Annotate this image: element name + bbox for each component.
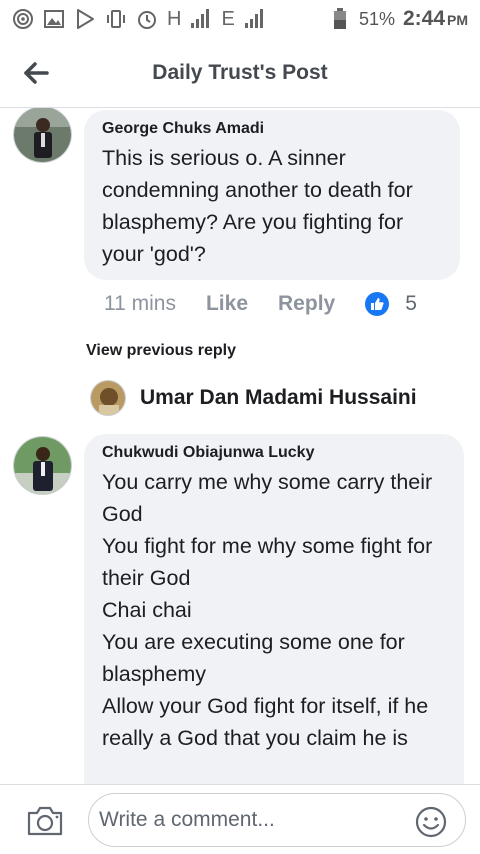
signal-icon	[190, 8, 212, 30]
clock: 2:44 PM	[402, 7, 468, 30]
camera-icon	[27, 806, 63, 836]
comment-text-line: You are executing some one for blasphemy	[102, 630, 405, 686]
comment-bubble[interactable]: George Chuks Amadi This is serious o. A …	[84, 110, 460, 280]
avatar[interactable]	[13, 436, 72, 495]
comment-actions: 11 mins Like Reply 5	[104, 292, 417, 316]
play-store-icon	[74, 8, 96, 30]
camera-button[interactable]	[26, 805, 64, 837]
status-bar: H E 51% 2:44 PM	[0, 0, 480, 38]
emoji-icon	[415, 806, 447, 838]
reply-button[interactable]: Reply	[278, 292, 335, 316]
back-arrow-icon	[24, 61, 49, 84]
avatar[interactable]	[13, 108, 72, 163]
comment-text-line: Allow your God fight for itself, if he r…	[102, 694, 429, 750]
reaction-count[interactable]: 5	[405, 292, 417, 316]
view-previous-reply-link[interactable]: View previous reply	[86, 342, 236, 360]
back-button[interactable]	[0, 38, 72, 108]
comment-text-line: You carry me why some carry their God	[102, 470, 433, 526]
page-title: Daily Trust's Post	[152, 60, 328, 84]
like-reaction-icon[interactable]	[365, 292, 390, 316]
comment-composer	[0, 784, 480, 854]
battery-percent: 51%	[358, 8, 395, 29]
hotspot-icon	[12, 8, 34, 30]
reply-preview[interactable]: Umar Dan Madami Hussaini	[90, 380, 417, 416]
alarm-icon	[136, 8, 158, 30]
comment-text-line: You fight for me why some fight for thei…	[102, 534, 433, 590]
comment-input[interactable]	[88, 793, 466, 847]
signal-icon-2	[244, 8, 266, 30]
vibrate-icon	[105, 8, 127, 30]
comment-text: This is serious o. A sinner condemning a…	[102, 146, 413, 266]
emoji-button[interactable]	[414, 805, 448, 839]
reply-author-name[interactable]: Umar Dan Madami Hussaini	[140, 386, 417, 410]
header-bar: Daily Trust's Post	[0, 38, 480, 108]
comment-bubble[interactable]: Chukwudi Obiajunwa Lucky You carry me wh…	[84, 434, 464, 784]
network-type-label-2: E	[221, 7, 235, 30]
like-button[interactable]: Like	[206, 292, 248, 316]
comment-author[interactable]: Chukwudi Obiajunwa Lucky	[102, 444, 446, 462]
image-icon	[43, 8, 65, 30]
comment-time: 11 mins	[104, 292, 176, 315]
comment-text-line: Chai chai	[102, 598, 192, 622]
avatar[interactable]	[90, 380, 126, 416]
comment-author[interactable]: George Chuks Amadi	[102, 120, 442, 138]
battery-icon	[329, 8, 351, 30]
network-type-label: H	[167, 7, 182, 30]
comment-list[interactable]: George Chuks Amadi This is serious o. A …	[0, 108, 480, 784]
